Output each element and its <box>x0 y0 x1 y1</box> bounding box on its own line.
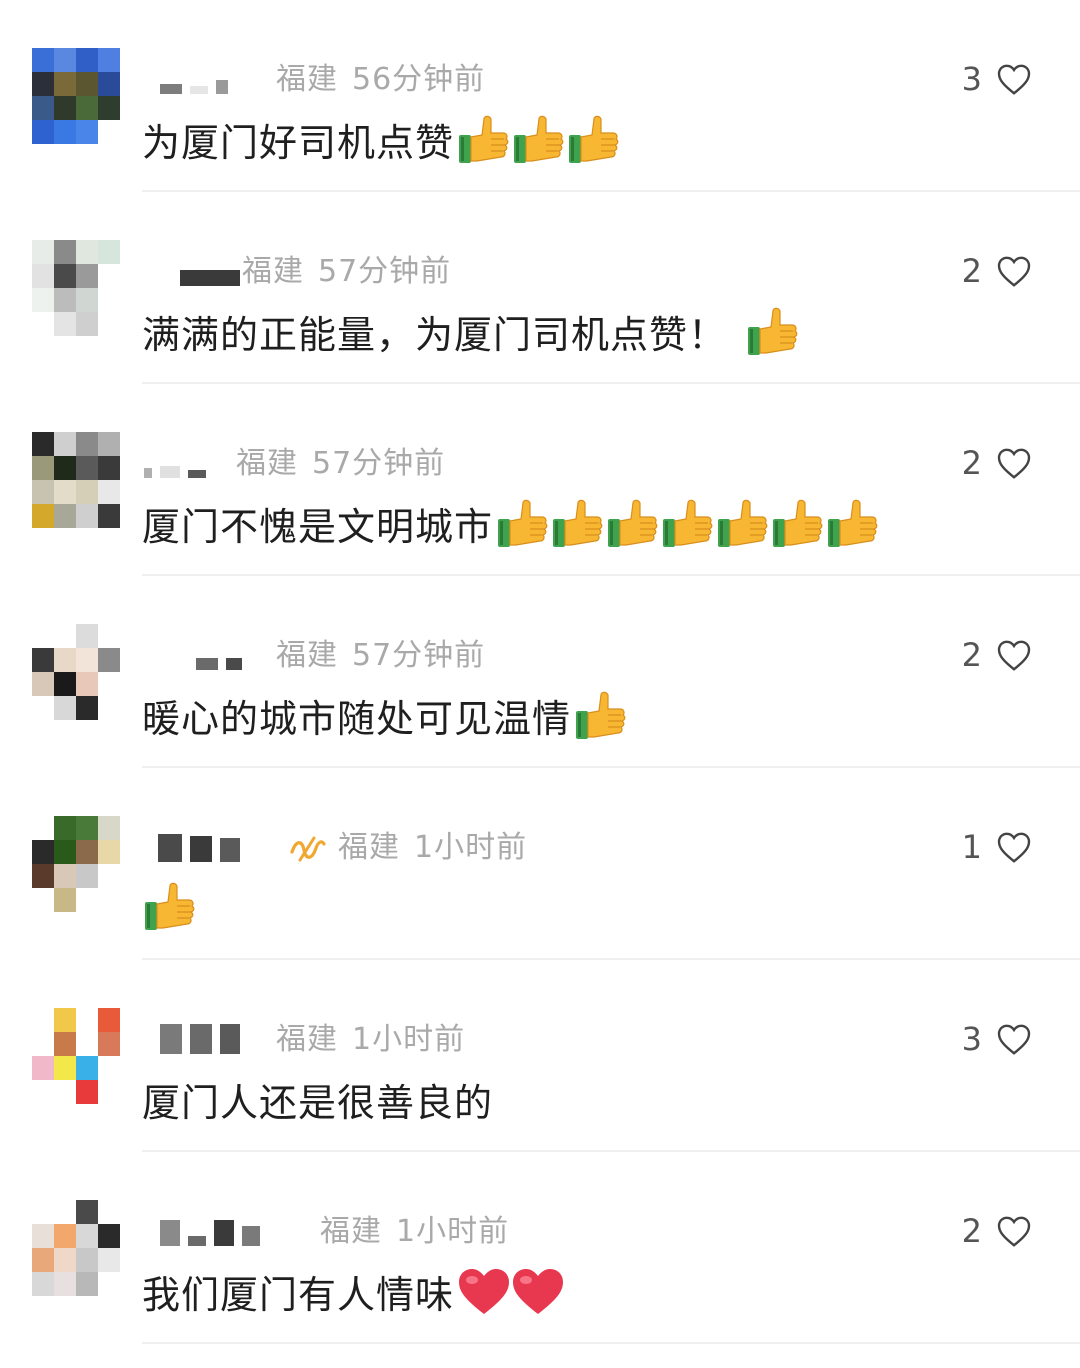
like-control[interactable]: 3 <box>962 1020 1032 1058</box>
comment-body: 厦门人还是很善良的 <box>142 1081 494 1125</box>
username-obscured[interactable] <box>196 640 242 670</box>
heart-outline-icon[interactable] <box>996 1022 1032 1056</box>
avatar[interactable] <box>32 1008 120 1104</box>
like-count: 3 <box>961 1020 982 1058</box>
avatar[interactable] <box>32 624 120 720</box>
thumbs-up-emoji-icon <box>718 499 768 547</box>
comment-text <box>142 880 197 934</box>
username-obscured[interactable] <box>160 64 228 94</box>
thumbs-up-emoji-icon <box>498 499 548 547</box>
comment-meta: 福建 57分钟前 <box>276 630 485 674</box>
comment-text: 暖心的城市随处可见温情 <box>142 688 628 743</box>
location-label: 福建 <box>242 254 304 289</box>
like-count: 3 <box>961 60 982 98</box>
timestamp: 57分钟前 <box>312 446 446 481</box>
username-obscured[interactable] <box>144 448 206 478</box>
like-control[interactable]: 1 <box>962 828 1032 866</box>
heart-outline-icon[interactable] <box>996 254 1032 288</box>
comment-item[interactable]: 福建 56分钟前 为厦门好司机点赞 3 <box>0 0 1080 192</box>
comment-body: 满满的正能量，为厦门司机点赞！ <box>142 313 728 357</box>
location-label: 福建 <box>320 1214 382 1249</box>
timestamp: 57分钟前 <box>318 254 452 289</box>
like-count: 2 <box>961 636 982 674</box>
timestamp: 57分钟前 <box>352 638 486 673</box>
timestamp: 1小时前 <box>396 1214 510 1249</box>
comment-body: 为厦门好司机点赞 <box>142 121 455 165</box>
thumbs-up-emoji-icon <box>828 499 878 547</box>
comment-meta: 福建 1小时前 <box>288 822 527 866</box>
timestamp: 1小时前 <box>414 830 528 865</box>
thumbs-up-emoji-icon <box>145 882 195 930</box>
like-count: 2 <box>961 1212 982 1250</box>
thumbs-up-emoji-icon <box>576 691 626 739</box>
comment-body: 我们厦门有人情味 <box>142 1273 455 1317</box>
location-label: 福建 <box>338 830 400 865</box>
like-control[interactable]: 2 <box>962 444 1032 482</box>
username-obscured[interactable] <box>180 256 240 286</box>
like-control[interactable]: 2 <box>962 1212 1032 1250</box>
avatar[interactable] <box>32 1200 120 1296</box>
comment-text: 厦门不愧是文明城市 <box>142 496 880 551</box>
red-heart-emoji-icon <box>513 1268 564 1314</box>
heart-outline-icon[interactable] <box>996 62 1032 96</box>
heart-outline-icon[interactable] <box>996 1214 1032 1248</box>
thumbs-up-emoji-icon <box>514 115 564 163</box>
like-count: 2 <box>961 252 982 290</box>
comment-item[interactable]: 福建 1小时前 厦门人还是很善良的 3 <box>0 960 1080 1152</box>
heart-outline-icon[interactable] <box>996 830 1032 864</box>
comment-body: 厦门不愧是文明城市 <box>142 505 494 549</box>
like-count: 2 <box>961 444 982 482</box>
comment-item[interactable]: 福建 1小时前 我们厦门有人情味 2 <box>0 1152 1080 1344</box>
emoji-row <box>142 880 197 934</box>
emoji-row <box>573 689 628 743</box>
comment-item[interactable]: 福建 57分钟前 满满的正能量，为厦门司机点赞！ 2 <box>0 192 1080 384</box>
thumbs-up-emoji-icon <box>459 115 509 163</box>
location-label: 福建 <box>236 446 298 481</box>
avatar[interactable] <box>32 48 120 144</box>
username-obscured[interactable] <box>160 1024 240 1054</box>
comment-meta: 福建 1小时前 <box>276 1014 465 1058</box>
comment-body: 暖心的城市随处可见温情 <box>142 697 572 741</box>
timestamp: 1小时前 <box>352 1022 466 1057</box>
avatar[interactable] <box>32 432 120 528</box>
like-control[interactable]: 3 <box>962 60 1032 98</box>
timestamp: 56分钟前 <box>352 62 486 97</box>
thumbs-up-emoji-icon <box>569 115 619 163</box>
username-obscured[interactable] <box>158 832 240 862</box>
thumbs-up-emoji-icon <box>553 499 603 547</box>
username-obscured[interactable] <box>160 1216 260 1246</box>
like-count: 1 <box>961 828 982 866</box>
like-control[interactable]: 2 <box>962 252 1032 290</box>
thumbs-up-emoji-icon <box>608 499 658 547</box>
location-label: 福建 <box>276 62 338 97</box>
comment-meta: 福建 1小时前 <box>320 1206 509 1250</box>
thumbs-up-emoji-icon <box>663 499 713 547</box>
comment-text: 为厦门好司机点赞 <box>142 112 621 167</box>
divider <box>142 1342 1080 1344</box>
like-control[interactable]: 2 <box>962 636 1032 674</box>
emoji-row <box>495 497 880 551</box>
heart-outline-icon[interactable] <box>996 446 1032 480</box>
emoji-row <box>456 113 621 167</box>
thumbs-up-emoji-icon <box>748 307 798 355</box>
location-label: 福建 <box>276 638 338 673</box>
comment-text: 满满的正能量，为厦门司机点赞！ <box>142 304 800 359</box>
emoji-row <box>745 305 800 359</box>
comment-item[interactable]: 福建 1小时前 1 <box>0 768 1080 960</box>
comment-meta: 福建 57分钟前 <box>242 246 451 290</box>
avatar[interactable] <box>32 240 120 336</box>
location-label: 福建 <box>276 1022 338 1057</box>
emoji-row <box>456 1266 564 1318</box>
comment-meta: 福建 57分钟前 <box>236 438 445 482</box>
comment-text: 我们厦门有人情味 <box>142 1264 564 1319</box>
heart-outline-icon[interactable] <box>996 638 1032 672</box>
comment-item[interactable]: 福建 57分钟前 厦门不愧是文明城市 2 <box>0 384 1080 576</box>
avatar[interactable] <box>32 816 120 912</box>
comment-meta: 福建 56分钟前 <box>276 54 485 98</box>
comment-text: 厦门人还是很善良的 <box>142 1072 495 1127</box>
red-heart-emoji-icon <box>459 1268 510 1314</box>
wave-badge-icon <box>290 836 326 861</box>
thumbs-up-emoji-icon <box>773 499 823 547</box>
comment-item[interactable]: 福建 57分钟前 暖心的城市随处可见温情 2 <box>0 576 1080 768</box>
